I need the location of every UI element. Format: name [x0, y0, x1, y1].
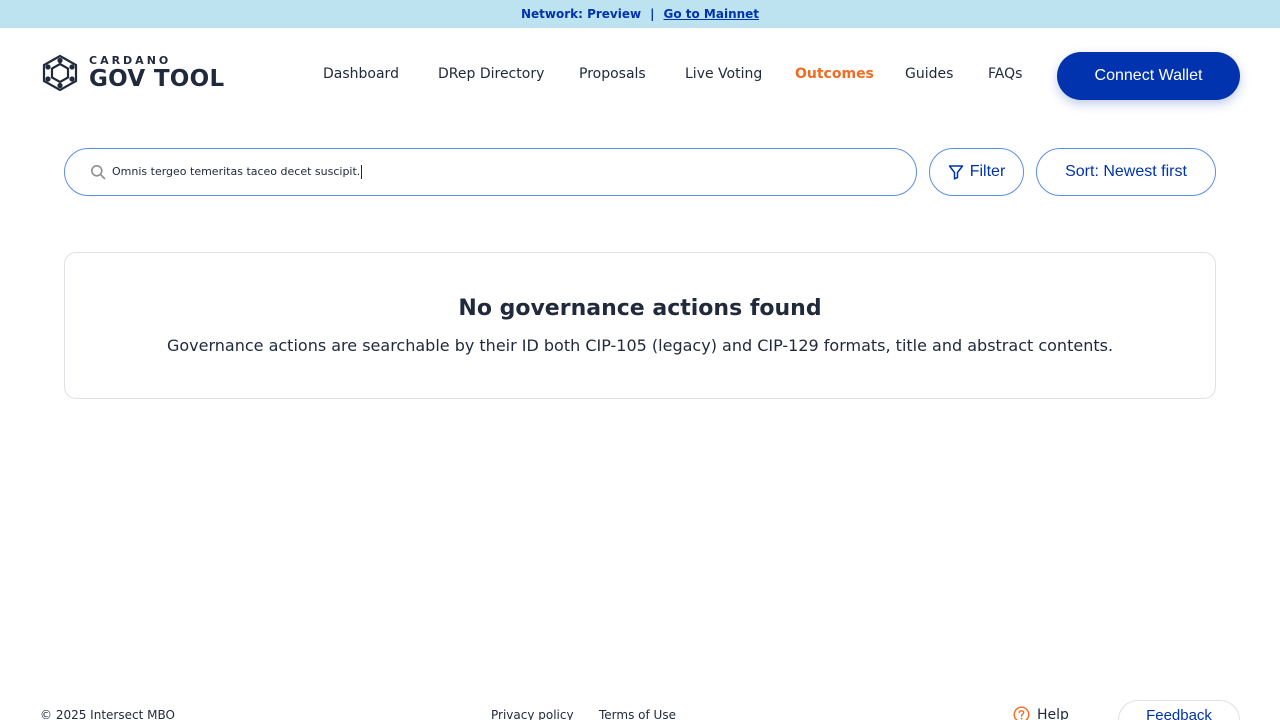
- nav-drep-directory[interactable]: DRep Directory: [438, 66, 544, 82]
- empty-state-description: Governance actions are searchable by the…: [166, 336, 1114, 355]
- privacy-policy-link[interactable]: Privacy policy: [491, 708, 574, 720]
- text-caret: [361, 165, 363, 179]
- nav-faqs[interactable]: FAQs: [988, 66, 1022, 82]
- help-label: Help: [1037, 706, 1069, 720]
- search-icon: [91, 165, 106, 180]
- empty-state-title: No governance actions found: [458, 296, 822, 321]
- empty-state-card: No governance actions found Governance a…: [64, 252, 1216, 399]
- nav-live-voting[interactable]: Live Voting: [685, 66, 762, 82]
- feedback-button[interactable]: Feedback: [1118, 700, 1240, 720]
- sort-button[interactable]: Sort: Newest first: [1036, 148, 1216, 196]
- filter-button-label: Filter: [969, 163, 1006, 180]
- nav-outcomes[interactable]: Outcomes: [795, 66, 874, 82]
- network-banner: Network: Preview | Go to Mainnet: [0, 0, 1280, 28]
- help-question-icon: [1013, 706, 1030, 720]
- copyright-text: © 2025 Intersect MBO: [40, 708, 175, 720]
- terms-of-use-link[interactable]: Terms of Use: [599, 708, 676, 720]
- nav-guides[interactable]: Guides: [905, 66, 953, 82]
- banner-separator: |: [650, 7, 655, 21]
- outcomes-page: Network: Preview | Go to Mainnet CARDANO…: [0, 0, 1280, 720]
- filter-funnel-icon: [948, 165, 963, 180]
- footer: © 2025 Intersect MBO Privacy policy Term…: [0, 700, 1280, 720]
- nav-proposals[interactable]: Proposals: [579, 66, 646, 82]
- go-to-mainnet-link[interactable]: Go to Mainnet: [663, 7, 759, 21]
- filter-button[interactable]: Filter: [929, 148, 1024, 196]
- header: CARDANO GOV TOOL Dashboard DRep Director…: [0, 28, 1280, 124]
- network-label: Network: Preview: [520, 7, 642, 21]
- connect-wallet-button[interactable]: Connect Wallet: [1057, 52, 1240, 100]
- search-input-value: Omnis tergeo temeritas taceo decet susci…: [112, 165, 361, 178]
- search-bar[interactable]: Omnis tergeo temeritas taceo decet susci…: [64, 148, 917, 196]
- help-link[interactable]: Help: [1013, 706, 1069, 720]
- search-input[interactable]: Omnis tergeo temeritas taceo decet susci…: [112, 165, 916, 179]
- nav-dashboard[interactable]: Dashboard: [323, 66, 399, 82]
